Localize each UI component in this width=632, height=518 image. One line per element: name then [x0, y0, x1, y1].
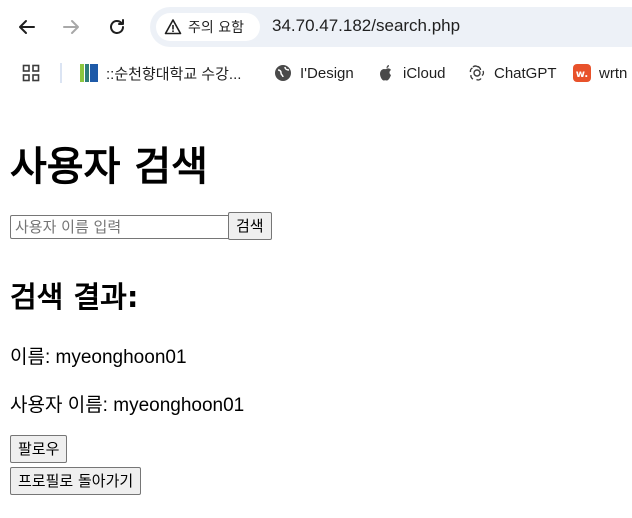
bookmark-item-4[interactable]: ChatGPT [468, 62, 557, 84]
follow-button[interactable]: 팔로우 [10, 435, 68, 463]
result-name: 이름: myeonghoon01 [10, 347, 187, 368]
svg-text:w.: w. [576, 69, 588, 80]
reload-icon[interactable] [102, 12, 132, 42]
bookmark-item-2[interactable]: I'Design [274, 62, 354, 84]
forward-arrow-icon[interactable] [56, 12, 86, 42]
search-input[interactable] [10, 215, 230, 239]
openai-icon [468, 64, 486, 82]
result-username: 사용자 이름: myeonghoon01 [10, 395, 245, 416]
bookmarks-divider [60, 63, 62, 83]
results-heading: 검색 결과: [10, 280, 139, 314]
url-text[interactable]: 34.70.47.182/search.php [272, 16, 460, 36]
browser-toolbar: 주의 요함 34.70.47.182/search.php [0, 0, 632, 54]
wrtn-icon: w. [573, 64, 591, 82]
bookmark-label: ::순천향대학교 수강... [106, 65, 242, 83]
globe-icon [274, 64, 292, 82]
bookmark-stripes-icon [80, 64, 98, 82]
bookmark-label: I'Design [300, 64, 354, 82]
back-arrow-icon[interactable] [12, 12, 42, 42]
back-to-profile-button[interactable]: 프로필로 돌아가기 [10, 467, 142, 495]
security-label: 주의 요함 [188, 20, 244, 36]
search-button[interactable]: 검색 [228, 212, 272, 240]
bookmarks-bar: ::순천향대학교 수강... I'Design iCloud ChatGPT w… [0, 56, 632, 90]
bookmark-label: wrtn [599, 64, 628, 82]
apps-grid-icon[interactable] [22, 62, 40, 84]
page-title: 사용자 검색 [10, 144, 208, 190]
bookmark-item-5[interactable]: w. wrtn [573, 62, 627, 84]
bookmark-item-3[interactable]: iCloud [377, 62, 446, 84]
apple-icon [377, 64, 395, 82]
bookmark-item-1[interactable]: ::순천향대학교 수강... [80, 62, 241, 84]
bookmark-label: iCloud [403, 64, 446, 82]
security-indicator[interactable]: 주의 요함 [156, 13, 260, 41]
bookmark-label: ChatGPT [494, 64, 557, 82]
address-bar[interactable]: 주의 요함 34.70.47.182/search.php [150, 7, 632, 47]
warning-triangle-icon [164, 18, 182, 36]
